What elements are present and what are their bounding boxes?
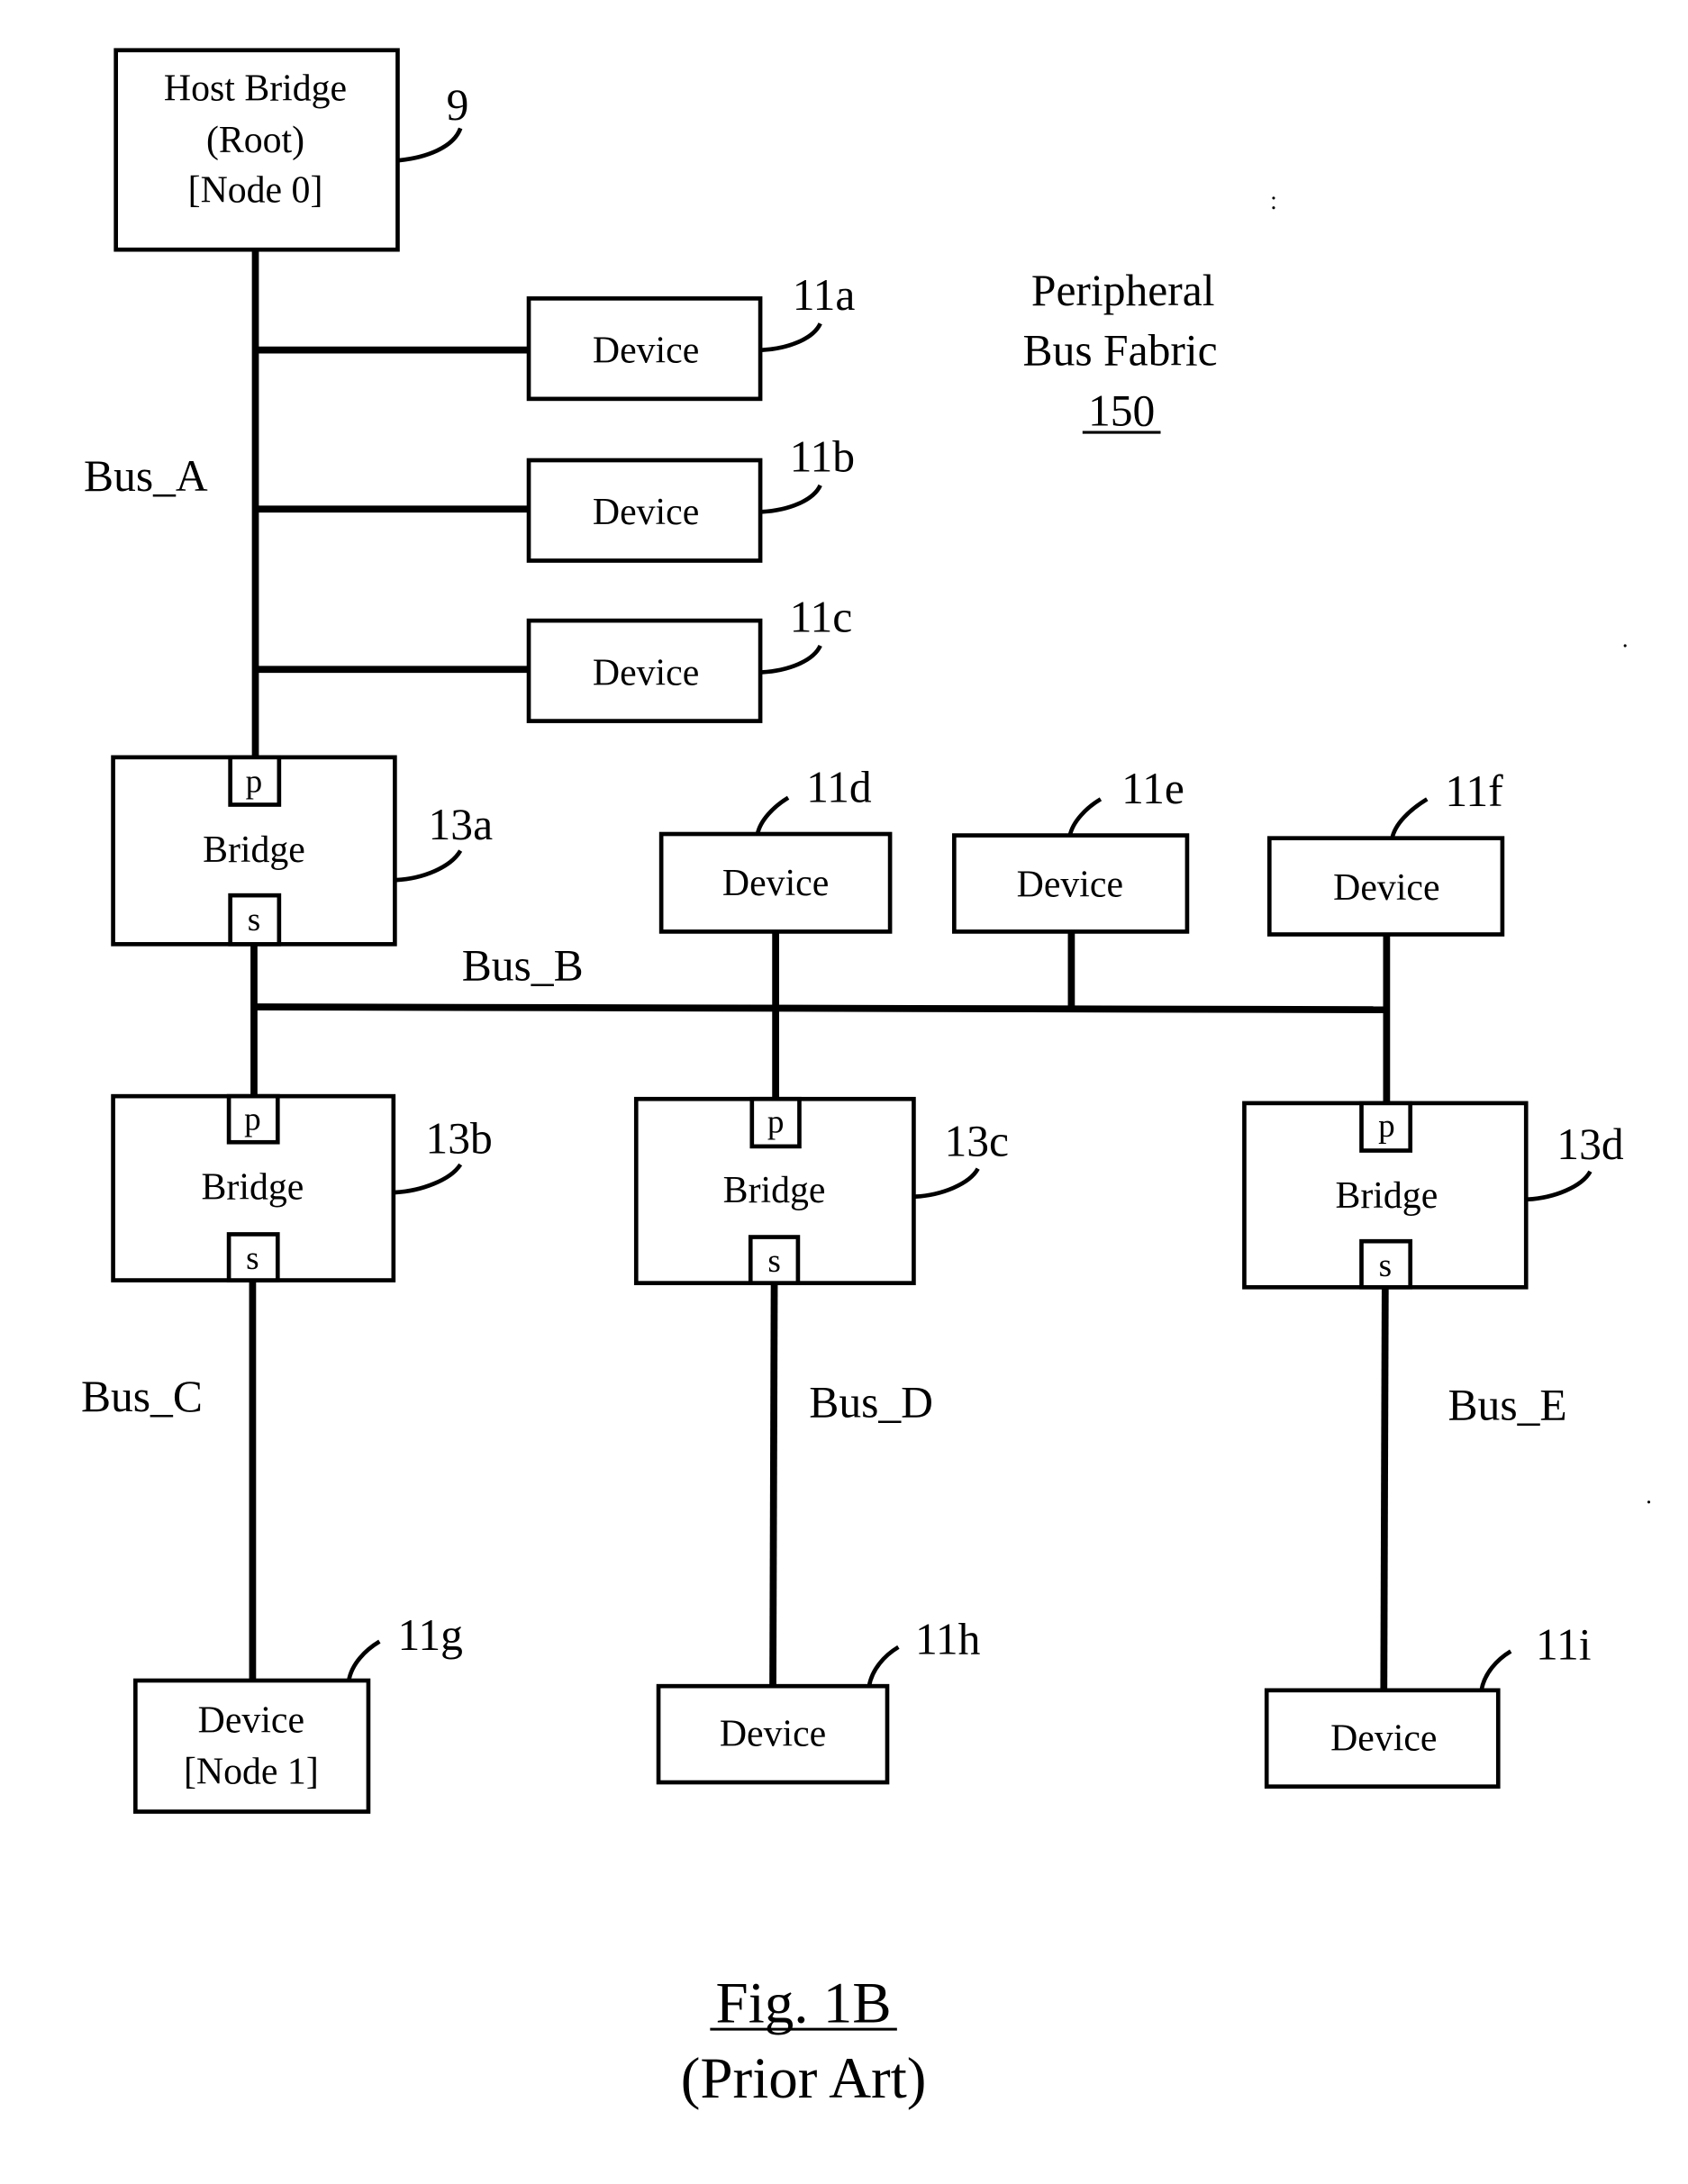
device-11g-sublabel: [Node 1] <box>184 1752 319 1793</box>
bridge-13b[interactable]: p Bridge s <box>111 1093 396 1282</box>
bus-e-label: Bus_E <box>1448 1380 1567 1429</box>
bridge-13a-label: Bridge <box>203 829 305 871</box>
bus-d-label: Bus_D <box>809 1377 933 1427</box>
host-bridge-line1: Host Bridge <box>164 68 347 109</box>
device-11f-leader <box>1390 797 1429 839</box>
host-bridge-node[interactable]: Host Bridge (Root) [Node 0] <box>113 48 400 252</box>
bridge-13c-ref: 13c <box>944 1117 1009 1166</box>
bridge-13c-leader <box>914 1167 980 1199</box>
device-11c-leader <box>761 644 822 675</box>
fabric-title-line2: Bus Fabric <box>1023 326 1218 376</box>
bridge-13b-label: Bridge <box>202 1167 304 1209</box>
bridge-13d-label: Bridge <box>1335 1175 1438 1217</box>
bridge-13c[interactable]: p Bridge s <box>633 1096 916 1285</box>
device-11h-ref: 11h <box>915 1615 981 1664</box>
device-11b[interactable]: Device <box>526 458 763 563</box>
bridge-13a-ref: 13a <box>429 800 494 849</box>
device-11g[interactable]: Device [Node 1] <box>133 1678 371 1814</box>
bridge-13b-leader <box>395 1163 463 1195</box>
bridge-13a[interactable]: p Bridge s <box>111 755 397 947</box>
device-11c-label: Device <box>593 652 699 693</box>
device-11h[interactable]: Device <box>656 1683 890 1785</box>
host-bridge-line3: [Node 0] <box>188 170 323 212</box>
scan-speck <box>1272 206 1275 210</box>
fabric-ref: 150 <box>1088 385 1155 435</box>
device-11a[interactable]: Device <box>526 296 763 402</box>
bridge-13b-primary-label: p <box>244 1101 261 1137</box>
device-11b-label: Device <box>593 492 699 533</box>
host-bridge-line2: (Root) <box>206 120 304 161</box>
device-11g-leader <box>346 1639 381 1681</box>
device-11c-ref: 11c <box>790 592 853 641</box>
bus-e-line <box>1380 1287 1389 1690</box>
bridge-13a-primary-label: p <box>246 764 263 801</box>
bus-b-line <box>253 1003 1387 1014</box>
figure-caption: Fig. 1B <box>716 1971 892 2035</box>
bridge-13c-label: Bridge <box>723 1170 826 1211</box>
device-11f[interactable]: Device <box>1266 836 1505 937</box>
scan-speck <box>1647 1500 1651 1504</box>
device-11i-leader <box>1479 1649 1512 1691</box>
device-11a-ref: 11a <box>793 270 856 320</box>
figure-subcaption: (Prior Art) <box>681 2046 927 2111</box>
device-11e-ref: 11e <box>1121 764 1184 813</box>
bridge-13a-secondary-label: s <box>248 902 260 938</box>
bus-d-line <box>769 1282 778 1687</box>
bus-c-label: Bus_C <box>81 1372 203 1421</box>
bridge-13d-ref: 13d <box>1556 1119 1624 1169</box>
host-bridge-leader <box>398 127 463 163</box>
fabric-title-line1: Peripheral <box>1031 266 1215 315</box>
device-11b-ref: 11b <box>790 431 855 481</box>
scan-speck <box>1272 196 1275 200</box>
device-11i[interactable]: Device <box>1264 1688 1501 1789</box>
bridge-13b-ref: 13b <box>425 1114 492 1164</box>
device-11a-leader <box>761 322 822 353</box>
device-11f-ref: 11f <box>1445 766 1503 816</box>
device-11b-leader <box>761 484 822 514</box>
device-11c[interactable]: Device <box>526 618 763 723</box>
bridge-13d-primary-label: p <box>1378 1108 1395 1145</box>
device-11g-ref: 11g <box>397 1610 462 1660</box>
device-11d-leader <box>755 795 790 835</box>
device-11e-leader <box>1067 797 1103 837</box>
device-11i-ref: 11i <box>1536 1620 1591 1670</box>
bridge-13b-secondary-label: s <box>246 1240 259 1277</box>
bridge-13a-leader <box>395 849 463 883</box>
device-11e-label: Device <box>1017 865 1123 906</box>
device-11g-label: Device <box>198 1699 304 1741</box>
device-11f-label: Device <box>1333 867 1439 909</box>
bridge-13d-leader <box>1527 1170 1593 1202</box>
device-11a-label: Device <box>593 331 699 372</box>
bridge-13c-primary-label: p <box>767 1103 785 1140</box>
bus-a-label: Bus_A <box>84 451 208 501</box>
bus-b-label: Bus_B <box>462 941 584 991</box>
bridge-13d-secondary-label: s <box>1379 1247 1392 1284</box>
device-11e[interactable]: Device <box>952 833 1190 934</box>
host-bridge-ref: 9 <box>447 80 469 130</box>
device-11h-leader <box>867 1645 900 1687</box>
bridge-13c-secondary-label: s <box>767 1243 780 1280</box>
peripheral-bus-fabric-diagram: Host Bridge (Root) [Node 0] 9 Peripheral… <box>81 48 1651 2111</box>
device-11i-label: Device <box>1330 1717 1437 1759</box>
device-11h-label: Device <box>720 1714 826 1755</box>
scan-speck <box>1623 644 1627 648</box>
bridge-13d[interactable]: p Bridge s <box>1242 1101 1529 1290</box>
device-11d-ref: 11d <box>806 762 872 811</box>
device-11d[interactable]: Device <box>658 831 893 934</box>
device-11d-label: Device <box>722 863 829 904</box>
